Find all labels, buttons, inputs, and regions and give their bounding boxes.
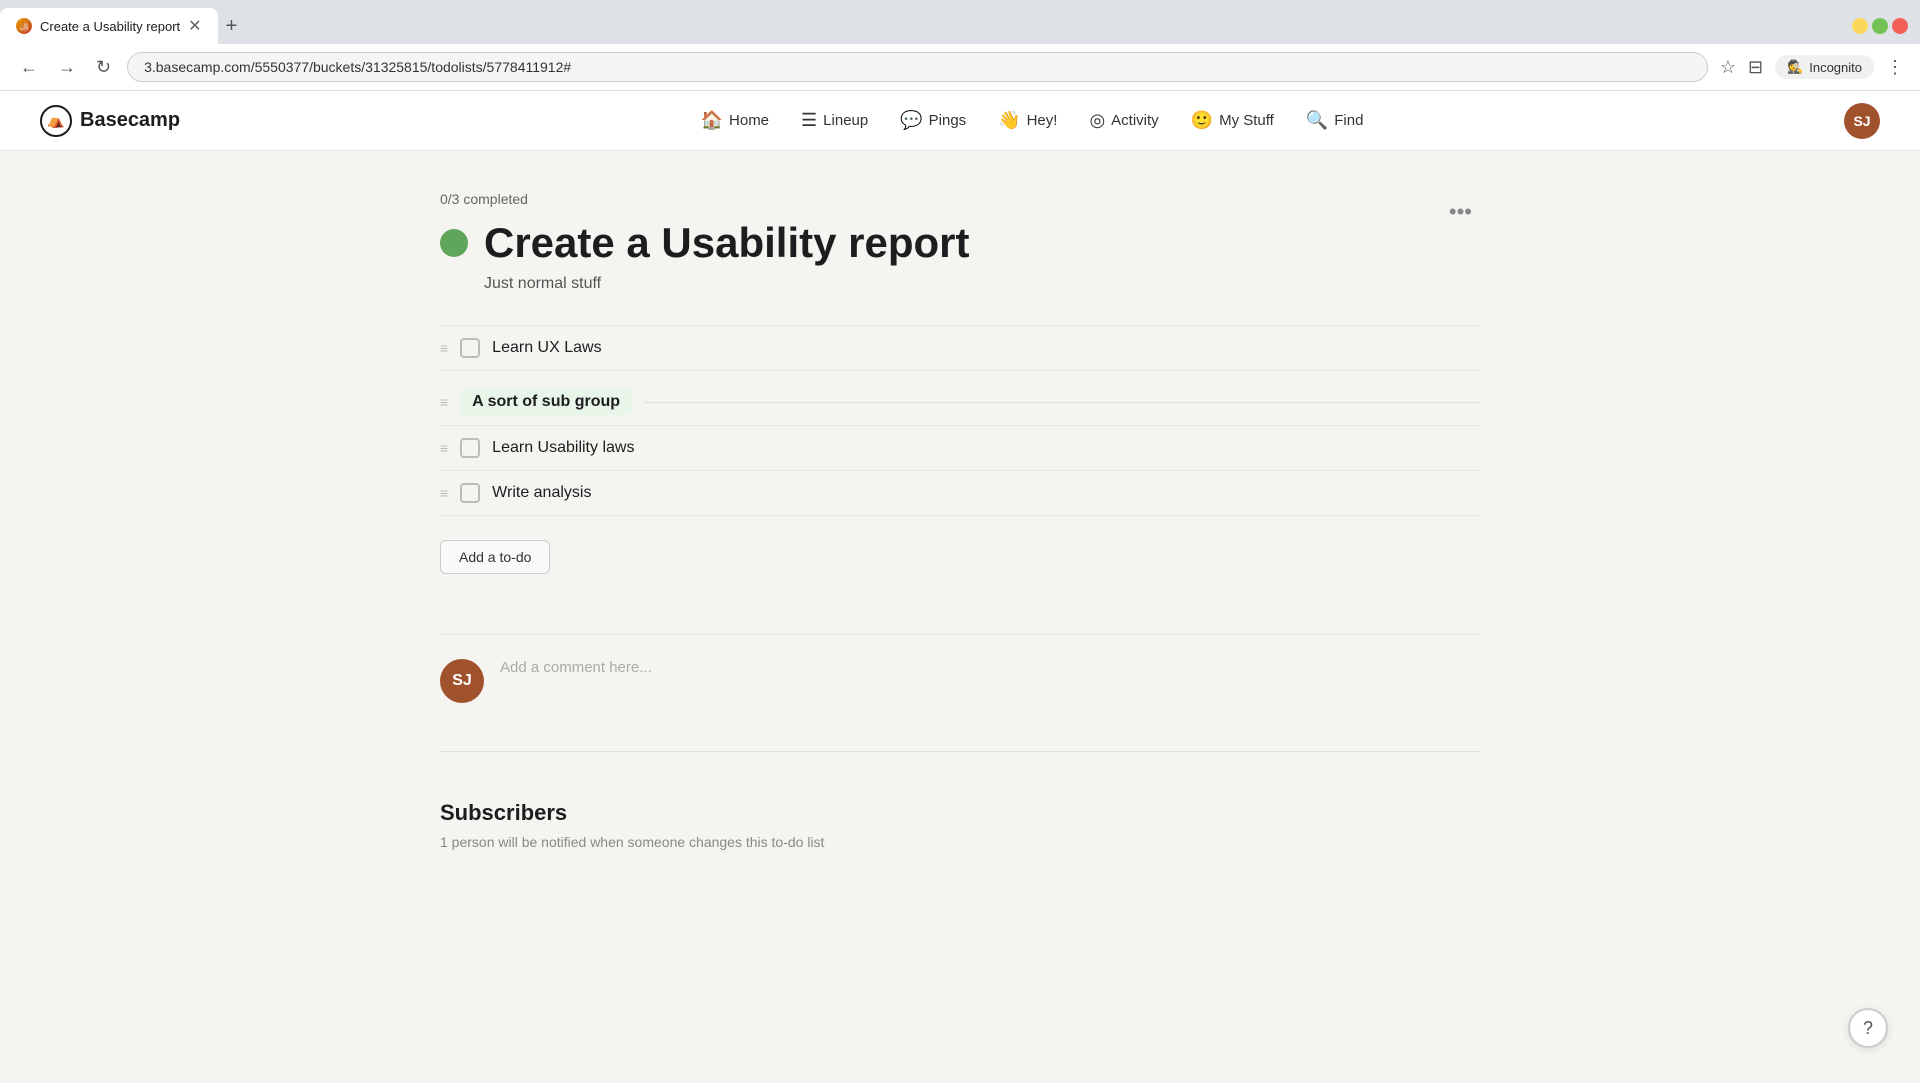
help-button[interactable]: ? — [1848, 1008, 1888, 1048]
drag-handle-icon[interactable]: ≡ — [440, 485, 448, 501]
maximize-button[interactable] — [1872, 18, 1888, 34]
incognito-label: Incognito — [1809, 60, 1862, 75]
minimize-button[interactable] — [1852, 18, 1868, 34]
nav-activity-label: Activity — [1111, 112, 1159, 129]
todo-item-text-3: Write analysis — [492, 484, 591, 502]
tab-bar: 🏕 Create a Usability report ✕ + — [0, 0, 1920, 44]
activity-icon: ◎ — [1089, 110, 1105, 131]
close-window-button[interactable] — [1892, 18, 1908, 34]
todo-checkbox-3[interactable] — [460, 483, 480, 503]
options-button[interactable]: ••• — [1441, 191, 1480, 233]
nav-pings-label: Pings — [929, 112, 967, 129]
todo-subgroup: ≡ A sort of sub group ≡ Learn Usability … — [440, 379, 1480, 516]
window-controls — [1852, 18, 1920, 34]
comment-section: SJ Add a comment here... — [440, 634, 1480, 703]
add-todo-button[interactable]: Add a to-do — [440, 540, 550, 574]
todo-item-text-2: Learn Usability laws — [492, 439, 634, 457]
drag-handle-icon[interactable]: ≡ — [440, 340, 448, 356]
nav-my-stuff-label: My Stuff — [1219, 112, 1274, 129]
todo-description: Just normal stuff — [484, 275, 970, 293]
logo-text: Basecamp — [80, 109, 180, 132]
todo-list: ≡ Learn UX Laws ≡ A sort of sub group ≡ … — [440, 325, 1480, 574]
nav-activity[interactable]: ◎ Activity — [1075, 102, 1172, 139]
drag-handle-icon[interactable]: ≡ — [440, 440, 448, 456]
nav-hey[interactable]: 👋 Hey! — [984, 102, 1071, 139]
app: ⛺ Basecamp 🏠 Home ☰ Lineup 💬 Pings 👋 Hey… — [0, 91, 1920, 1083]
table-row: ≡ Write analysis — [440, 471, 1480, 516]
my-stuff-icon: 🙂 — [1191, 110, 1213, 131]
nav-home-label: Home — [729, 112, 769, 129]
hey-icon: 👋 — [998, 110, 1020, 131]
comment-input[interactable]: Add a comment here... — [500, 659, 1480, 676]
todo-title: Create a Usability report — [484, 219, 970, 267]
todo-progress: 0/3 completed — [440, 191, 970, 207]
incognito-icon: 🕵 — [1787, 59, 1803, 75]
pings-icon: 💬 — [900, 110, 922, 131]
main-content: 0/3 completed Create a Usability report … — [360, 151, 1560, 890]
refresh-button[interactable]: ↻ — [92, 53, 115, 82]
subscribers-section: Subscribers 1 person will be notified wh… — [440, 800, 1480, 850]
nav-links: 🏠 Home ☰ Lineup 💬 Pings 👋 Hey! ◎ Activit… — [220, 102, 1844, 139]
browser-menu-button[interactable]: ⋮ — [1886, 57, 1904, 78]
tab-title: Create a Usability report — [40, 19, 180, 34]
nav-home[interactable]: 🏠 Home — [687, 102, 783, 139]
subgroup-header: ≡ A sort of sub group — [440, 379, 1480, 425]
nav-pings[interactable]: 💬 Pings — [886, 102, 980, 139]
logo-icon: ⛺ — [40, 105, 72, 137]
browser-chrome: 🏕 Create a Usability report ✕ + ← → ↻ ☆ … — [0, 0, 1920, 91]
nav-my-stuff[interactable]: 🙂 My Stuff — [1177, 102, 1288, 139]
incognito-badge: 🕵 Incognito — [1775, 55, 1874, 79]
todo-header: 0/3 completed Create a Usability report … — [440, 191, 1480, 293]
find-icon: 🔍 — [1306, 110, 1328, 131]
address-bar[interactable] — [127, 52, 1708, 82]
user-avatar[interactable]: SJ — [1844, 103, 1880, 139]
table-row: ≡ Learn UX Laws — [440, 325, 1480, 371]
logo[interactable]: ⛺ Basecamp — [40, 105, 180, 137]
forward-button[interactable]: → — [54, 53, 80, 82]
todo-checkbox-2[interactable] — [460, 438, 480, 458]
nav-lineup-label: Lineup — [823, 112, 868, 129]
nav-find[interactable]: 🔍 Find — [1292, 102, 1378, 139]
bookmark-icon[interactable]: ☆ — [1720, 57, 1736, 78]
subgroup-drag-handle-icon[interactable]: ≡ — [440, 394, 448, 410]
nav-find-label: Find — [1334, 112, 1363, 129]
tab-favicon: 🏕 — [16, 18, 32, 34]
nav-hey-label: Hey! — [1027, 112, 1058, 129]
todo-status-dot — [440, 229, 468, 257]
table-row: ≡ Learn Usability laws — [440, 425, 1480, 471]
app-nav: ⛺ Basecamp 🏠 Home ☰ Lineup 💬 Pings 👋 Hey… — [0, 91, 1920, 151]
home-icon: 🏠 — [701, 110, 723, 131]
todo-item-text-1: Learn UX Laws — [492, 339, 601, 357]
active-tab[interactable]: 🏕 Create a Usability report ✕ — [0, 8, 218, 44]
close-tab-button[interactable]: ✕ — [188, 16, 201, 36]
toolbar-icons: ☆ ⊟ 🕵 Incognito ⋮ — [1720, 55, 1904, 79]
new-tab-button[interactable]: + — [218, 11, 246, 42]
subgroup-items: ≡ Learn Usability laws ≡ Write analysis — [440, 425, 1480, 516]
commenter-avatar: SJ — [440, 659, 484, 703]
todo-title-row: Create a Usability report — [440, 219, 970, 267]
browser-toolbar: ← → ↻ ☆ ⊟ 🕵 Incognito ⋮ — [0, 44, 1920, 91]
subgroup-label: A sort of sub group — [460, 389, 632, 415]
todo-checkbox-1[interactable] — [460, 338, 480, 358]
section-divider — [440, 751, 1480, 752]
subscribers-description: 1 person will be notified when someone c… — [440, 834, 1480, 850]
lineup-icon: ☰ — [801, 110, 817, 131]
subscribers-title: Subscribers — [440, 800, 1480, 826]
back-button[interactable]: ← — [16, 53, 42, 82]
nav-lineup[interactable]: ☰ Lineup — [787, 102, 882, 139]
reader-icon[interactable]: ⊟ — [1748, 57, 1763, 78]
subgroup-line — [644, 402, 1480, 403]
